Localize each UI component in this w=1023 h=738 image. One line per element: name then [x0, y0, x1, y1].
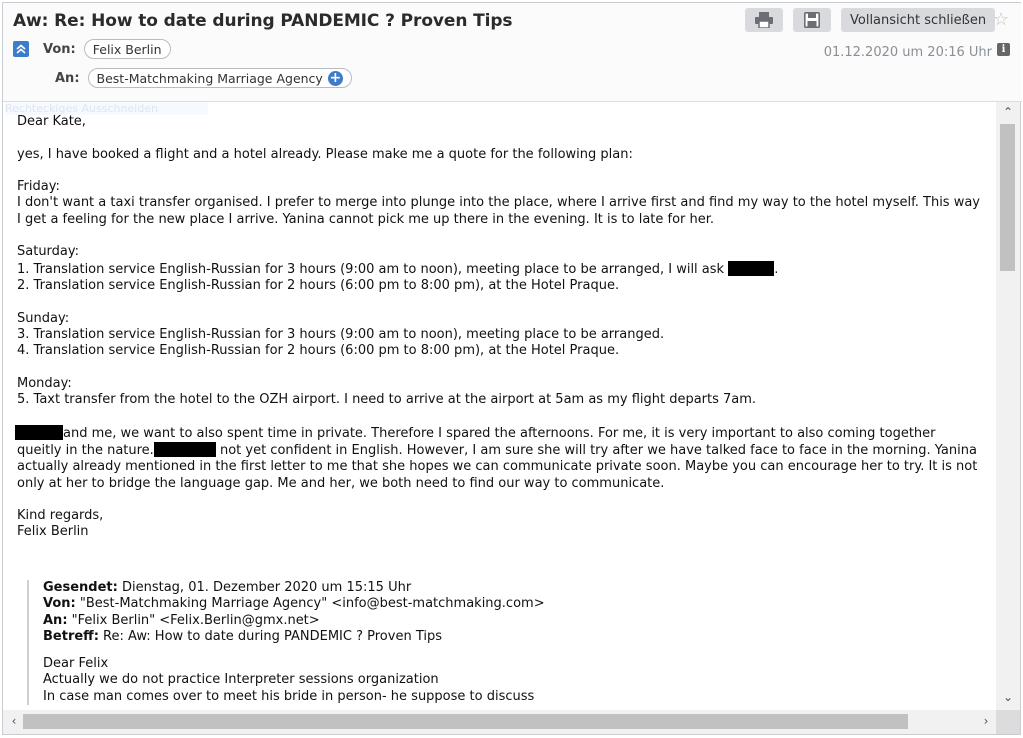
- saturday-item-2: 2. Translation service English-Russian f…: [17, 277, 620, 293]
- collapse-header-icon[interactable]: [13, 41, 29, 57]
- quoted-line-2: Actually we do not practice Interpreter …: [43, 672, 439, 688]
- redaction-box: [153, 441, 216, 457]
- vertical-scrollbar[interactable]: ⌃ ⌄: [996, 102, 1020, 710]
- saturday-item-1: 1. Translation service English-Russian f…: [17, 260, 982, 278]
- monday-item-5: 5. Taxt transfer from the hotel to the O…: [17, 392, 757, 408]
- info-icon[interactable]: i: [997, 43, 1010, 56]
- quoted-line-1: Dear Felix: [43, 656, 109, 672]
- friday-text: I don't want a taxi transfer organised. …: [17, 195, 980, 227]
- redaction-box: [15, 424, 63, 440]
- paragraph-part-c: not yet confident in English. However, I…: [215, 442, 931, 458]
- close-fullview-button[interactable]: Vollansicht schließen: [841, 8, 996, 32]
- quoted-from-value: "Best-Matchmaking Marriage Agency" <info…: [75, 596, 545, 612]
- greeting: Dear Kate,: [17, 114, 86, 129]
- signature: Felix Berlin: [17, 524, 89, 540]
- scroll-right-icon[interactable]: ›: [978, 714, 994, 728]
- quoted-sent-value: Dienstag, 01. Dezember 2020 um 15:15 Uhr: [117, 580, 412, 595]
- friday-heading: Friday:: [17, 179, 60, 195]
- quoted-to-value: "Felix Berlin" <Felix.Berlin@gmx.net>: [67, 612, 320, 628]
- from-label: Von:: [43, 41, 76, 57]
- email-date: 01.12.2020 um 20:16 Uhr: [823, 45, 992, 60]
- email-header: Aw: Re: How to date during PANDEMIC ? Pr…: [3, 3, 1022, 102]
- star-outline-icon[interactable]: ☆: [993, 10, 1009, 30]
- quoted-subject-value: Re: Aw: How to date during PANDEMIC ? Pr…: [98, 628, 442, 644]
- to-label: An:: [55, 70, 80, 86]
- paragraph-part-b: queitly in the nature.: [17, 442, 154, 458]
- message-text: Dear Kate, yes, I have booked a flight a…: [15, 114, 982, 557]
- print-button[interactable]: [745, 8, 783, 32]
- private-time-paragraph: and me, we want to also spent time in pr…: [15, 424, 982, 492]
- add-contact-icon[interactable]: +: [327, 70, 343, 86]
- paragraph-part-a: and me, we want to also spent time in pr…: [63, 425, 936, 441]
- sunday-item-3: 3. Translation service English-Russian f…: [17, 326, 665, 342]
- email-body: Rechteckiges Ausschneiden Dear Kate, yes…: [3, 102, 996, 710]
- closing: Kind regards,: [17, 508, 104, 524]
- monday-heading: Monday:: [17, 375, 72, 391]
- saturday-heading: Saturday:: [17, 244, 80, 260]
- saturday-item-1-text: 1. Translation service English-Russian f…: [17, 261, 725, 277]
- save-button[interactable]: [793, 8, 831, 32]
- recipient-name: Best-Matchmaking Marriage Agency: [96, 70, 323, 86]
- scroll-down-icon[interactable]: ⌄: [1000, 690, 1016, 704]
- quoted-to-label: An:: [43, 612, 68, 628]
- sunday-heading: Sunday:: [17, 310, 70, 326]
- email-subject: Aw: Re: How to date during PANDEMIC ? Pr…: [13, 11, 513, 31]
- redaction-box: [728, 260, 775, 276]
- horizontal-scrollbar[interactable]: ‹ ›: [3, 710, 996, 734]
- intro-line: yes, I have booked a flight and a hotel …: [17, 146, 633, 162]
- scroll-up-icon[interactable]: ⌃: [1000, 105, 1016, 119]
- printer-icon: [755, 12, 773, 28]
- email-view-frame: Aw: Re: How to date during PANDEMIC ? Pr…: [2, 2, 1022, 735]
- quoted-from-label: Von:: [43, 596, 76, 612]
- to-row: An: Best-Matchmaking Marriage Agency +: [55, 68, 352, 88]
- horizontal-scroll-thumb[interactable]: [23, 714, 908, 729]
- recipient-pill[interactable]: Best-Matchmaking Marriage Agency +: [87, 68, 352, 88]
- quoted-sent-label: Gesendet:: [43, 580, 118, 595]
- saturday-item-1-end: .: [774, 261, 779, 277]
- quoted-subject-label: Betreff:: [43, 628, 99, 644]
- quoted-headers: Gesendet: Dienstag, 01. Dezember 2020 um…: [43, 580, 983, 645]
- sender-pill[interactable]: Felix Berlin: [83, 39, 171, 59]
- scroll-left-icon[interactable]: ‹: [6, 714, 22, 728]
- from-row: Von: Felix Berlin: [13, 39, 171, 59]
- vertical-scroll-thumb[interactable]: [1000, 124, 1015, 271]
- scrollbar-corner: [996, 710, 1020, 734]
- floppy-disk-icon: [804, 12, 820, 28]
- quoted-line-3: In case man comes over to meet his bride…: [43, 688, 535, 704]
- quoted-message: Gesendet: Dienstag, 01. Dezember 2020 um…: [27, 580, 983, 706]
- sunday-item-4: 4. Translation service English-Russian f…: [17, 343, 620, 359]
